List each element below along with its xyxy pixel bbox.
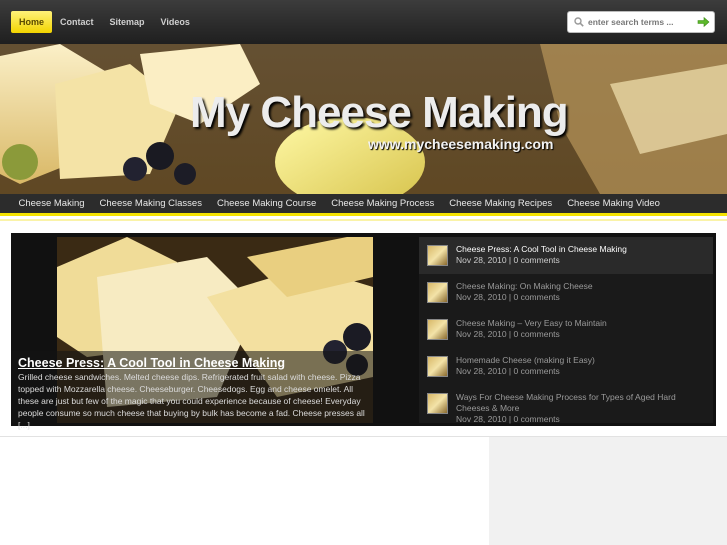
cat-cheese-making-course[interactable]: Cheese Making Course: [209, 194, 323, 213]
site-title: My Cheese Making: [190, 88, 569, 137]
cat-cheese-making-recipes[interactable]: Cheese Making Recipes: [442, 194, 560, 213]
search-icon: [574, 17, 584, 27]
post-item[interactable]: Homemade Cheese (making it Easy) Nov 28,…: [419, 348, 713, 385]
nav-home[interactable]: Home: [11, 11, 53, 33]
category-nav: Cheese Making Cheese Making Classes Chee…: [0, 194, 727, 216]
search-input[interactable]: [584, 17, 692, 27]
search-box: [567, 11, 715, 33]
post-meta: Nov 28, 2010 | 0 comments: [456, 329, 560, 339]
cat-cheese-making-process[interactable]: Cheese Making Process: [324, 194, 442, 213]
post-meta: Nov 28, 2010 | 0 comments: [456, 292, 560, 302]
post-thumbnail: [427, 245, 448, 266]
top-bar: Home Contact Sitemap Videos: [0, 0, 727, 44]
header-banner: My Cheese Making www.mycheesemaking.com: [0, 44, 727, 194]
post-title: Cheese Making: On Making Cheese: [456, 281, 593, 291]
post-title: Homemade Cheese (making it Easy): [456, 355, 595, 365]
cat-cheese-making-classes[interactable]: Cheese Making Classes: [92, 194, 209, 213]
post-meta: Nov 28, 2010 | 0 comments: [456, 366, 560, 376]
post-title: Ways For Cheese Making Process for Types…: [456, 392, 676, 413]
site-url: www.mycheesemaking.com: [368, 136, 554, 152]
nav-videos[interactable]: Videos: [153, 11, 198, 33]
post-meta: Nov 28, 2010 | 0 comments: [456, 414, 560, 424]
post-thumbnail: [427, 356, 448, 377]
post-title: Cheese Press: A Cool Tool in Cheese Maki…: [456, 244, 627, 254]
nav-contact[interactable]: Contact: [52, 11, 102, 33]
post-thumbnail: [427, 282, 448, 303]
cat-cheese-making-video[interactable]: Cheese Making Video: [560, 194, 668, 213]
arrow-right-icon[interactable]: [697, 16, 710, 28]
featured-excerpt: Grilled cheese sandwiches. Melted cheese…: [18, 372, 365, 430]
top-nav: Home Contact Sitemap Videos: [11, 11, 198, 33]
post-item[interactable]: Cheese Making – Very Easy to Maintain No…: [419, 311, 713, 348]
featured-slider: Cheese Press: A Cool Tool in Cheese Maki…: [11, 233, 716, 430]
recent-posts-list: Cheese Press: A Cool Tool in Cheese Maki…: [419, 237, 713, 424]
post-item[interactable]: Cheese Making: On Making Cheese Nov 28, …: [419, 274, 713, 311]
featured-title[interactable]: Cheese Press: A Cool Tool in Cheese Maki…: [18, 356, 285, 370]
post-item[interactable]: Cheese Press: A Cool Tool in Cheese Maki…: [419, 237, 713, 274]
post-thumbnail: [427, 319, 448, 340]
post-meta: Nov 28, 2010 | 0 comments: [456, 255, 560, 265]
cat-cheese-making[interactable]: Cheese Making: [11, 194, 92, 213]
post-thumbnail: [427, 393, 448, 414]
nav-divider: [0, 219, 727, 221]
nav-sitemap[interactable]: Sitemap: [102, 11, 153, 33]
post-item[interactable]: Ways For Cheese Making Process for Types…: [419, 385, 713, 424]
sidebar: [489, 437, 727, 545]
post-title: Cheese Making – Very Easy to Maintain: [456, 318, 607, 328]
